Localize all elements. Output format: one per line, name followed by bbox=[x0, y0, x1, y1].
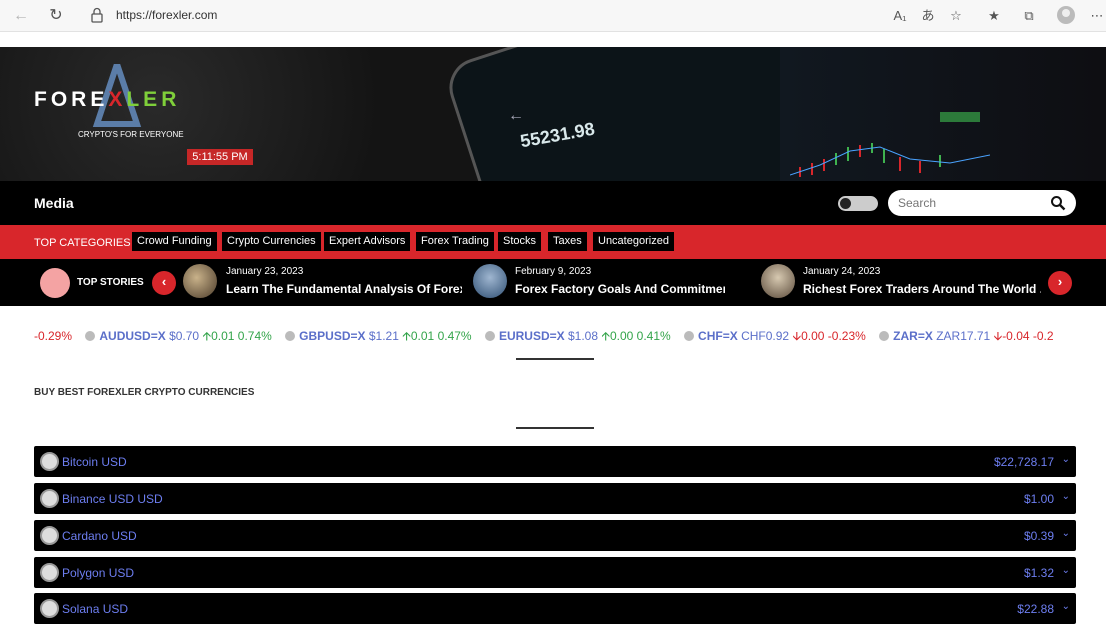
top-stories-label: TOP STORIES bbox=[77, 277, 144, 288]
crypto-name[interactable]: Solana USD bbox=[62, 602, 128, 616]
site-logo[interactable]: FOREXLER CRYPTO'S FOR EVERYONE bbox=[34, 88, 184, 139]
profile-icon[interactable] bbox=[1057, 6, 1075, 24]
category-expert-advisors[interactable]: Expert Advisors bbox=[324, 232, 411, 251]
ticker-item[interactable]: EURUSD=X $1.08 🡩0.00 0.41% bbox=[484, 327, 671, 345]
divider bbox=[516, 427, 594, 429]
crypto-row[interactable]: Binance USD USD $1.00 ⌄ bbox=[34, 483, 1076, 514]
ticker-dot-icon bbox=[684, 331, 695, 341]
category-crypto-currencies[interactable]: Crypto Currencies bbox=[222, 232, 321, 251]
dark-mode-toggle[interactable] bbox=[838, 196, 878, 211]
ticker-dot-icon bbox=[85, 331, 96, 341]
section-title: BUY BEST FOREXLER CRYPTO CURRENCIES bbox=[34, 387, 255, 398]
crypto-price: $1.32 bbox=[1023, 566, 1054, 580]
crypto-name[interactable]: Polygon USD bbox=[62, 566, 134, 580]
ticker-dot-icon bbox=[484, 331, 495, 341]
coin-icon bbox=[40, 599, 59, 618]
translate-icon[interactable]: あ bbox=[919, 5, 937, 27]
crypto-name[interactable]: Binance USD USD bbox=[62, 492, 163, 506]
url-text[interactable]: https://forexler.com bbox=[116, 8, 217, 22]
crypto-row[interactable]: Polygon USD $1.32 ⌄ bbox=[34, 557, 1076, 588]
phone-back-icon: ← bbox=[508, 107, 524, 124]
chevron-down-icon[interactable]: ⌄ bbox=[1062, 565, 1070, 576]
coin-icon bbox=[40, 452, 59, 471]
stories-prev-button[interactable]: ‹ bbox=[152, 271, 176, 295]
browser-toolbar: ← ↻ https://forexler.com A₁ あ ☆ ★ ⧉ ⋯ bbox=[0, 0, 1106, 32]
collections-icon[interactable]: ⧉ bbox=[1020, 5, 1038, 27]
ticker-item[interactable]: AUDUSD=X $0.70 🡩0.01 0.74% bbox=[85, 327, 272, 345]
header-banner: ← 55231.98 bbox=[0, 47, 1106, 181]
crypto-name[interactable]: Bitcoin USD bbox=[62, 455, 127, 469]
category-forex-trading[interactable]: Forex Trading bbox=[416, 232, 494, 251]
category-uncategorized[interactable]: Uncategorized bbox=[593, 232, 674, 251]
ticker-item[interactable]: GBPUSD=X $1.21 🡩0.01 0.47% bbox=[285, 327, 472, 345]
reload-icon[interactable]: ↻ bbox=[45, 5, 67, 27]
story-title-link[interactable]: Learn The Fundamental Analysis Of Forex.… bbox=[226, 282, 462, 296]
coin-icon bbox=[40, 526, 59, 545]
candlestick-graphic bbox=[790, 143, 990, 177]
logo-tagline: CRYPTO'S FOR EVERYONE bbox=[78, 130, 184, 139]
lock-icon[interactable] bbox=[90, 7, 104, 23]
search-input[interactable] bbox=[898, 194, 1038, 212]
page-title: Media bbox=[34, 195, 74, 211]
chevron-down-icon[interactable]: ⌄ bbox=[1062, 491, 1070, 502]
chevron-down-icon[interactable]: ⌄ bbox=[1062, 454, 1070, 465]
favorite-add-icon[interactable]: ☆ bbox=[947, 5, 965, 27]
price-tag-graphic bbox=[940, 112, 980, 122]
crypto-price: $22.88 bbox=[1017, 602, 1054, 616]
read-aloud-icon[interactable]: A₁ bbox=[891, 5, 909, 27]
arrow-up-icon: 🡩 bbox=[402, 329, 411, 343]
coin-icon bbox=[40, 489, 59, 508]
arrow-down-icon: 🡫 bbox=[993, 329, 1003, 343]
crypto-price: $0.39 bbox=[1023, 529, 1054, 543]
story-thumbnail[interactable] bbox=[473, 264, 507, 298]
category-crowd-funding[interactable]: Crowd Funding bbox=[132, 232, 217, 251]
crypto-row[interactable]: Cardano USD $0.39 ⌄ bbox=[34, 520, 1076, 551]
address-bar[interactable]: https://forexler.com bbox=[80, 3, 880, 28]
chevron-down-icon[interactable]: ⌄ bbox=[1062, 601, 1070, 612]
crypto-price: $22,728.17 bbox=[993, 455, 1054, 469]
crypto-row[interactable]: Solana USD $22.88 ⌄ bbox=[34, 593, 1076, 624]
story-title-link[interactable]: Forex Factory Goals And Commitments... bbox=[515, 282, 725, 296]
divider bbox=[516, 358, 594, 360]
story-thumbnail[interactable] bbox=[183, 264, 217, 298]
ticker-item[interactable]: ZAR=X ZAR17.71 🡫-0.04 -0.2 bbox=[879, 327, 1054, 345]
ticker-item[interactable]: CHF=X CHF0.92 🡫0.00 -0.23% bbox=[684, 327, 866, 345]
crypto-price: $1.00 bbox=[1023, 492, 1054, 506]
forex-ticker: -0.29% AUDUSD=X $0.70 🡩0.01 0.74% GBPUSD… bbox=[34, 327, 1076, 345]
categories-label: TOP CATEGORIES bbox=[34, 237, 131, 249]
ticker-dot-icon bbox=[879, 331, 890, 341]
coin-icon bbox=[40, 563, 59, 582]
category-stocks[interactable]: Stocks bbox=[498, 232, 542, 251]
arrow-down-icon: 🡫 bbox=[792, 329, 802, 343]
story-date: February 9, 2023 bbox=[515, 266, 592, 277]
logo-text-x: X bbox=[108, 88, 127, 111]
search-box[interactable] bbox=[888, 190, 1076, 216]
chevron-down-icon[interactable]: ⌄ bbox=[1062, 528, 1070, 539]
ticker-dot-icon bbox=[285, 331, 296, 341]
arrow-up-icon: 🡩 bbox=[601, 329, 610, 343]
top-stories-badge-icon bbox=[40, 268, 70, 298]
logo-text-ler: LER bbox=[126, 88, 181, 111]
back-arrow-icon[interactable]: ← bbox=[10, 5, 32, 27]
story-thumbnail[interactable] bbox=[761, 264, 795, 298]
story-date: January 23, 2023 bbox=[226, 266, 304, 277]
story-title-link[interactable]: Richest Forex Traders Around The World .… bbox=[803, 282, 1041, 296]
logo-text-fore: FORE bbox=[34, 88, 109, 111]
crypto-name[interactable]: Cardano USD bbox=[62, 529, 137, 543]
category-taxes[interactable]: Taxes bbox=[548, 232, 587, 251]
stories-next-button[interactable]: › bbox=[1048, 271, 1072, 295]
story-date: January 24, 2023 bbox=[803, 266, 881, 277]
crypto-row[interactable]: Bitcoin USD $22,728.17 ⌄ bbox=[34, 446, 1076, 477]
toggle-knob bbox=[840, 198, 851, 209]
ticker-lead: -0.29% bbox=[34, 329, 73, 343]
arrow-up-icon: 🡩 bbox=[202, 329, 212, 343]
live-clock: 5:11:55 PM bbox=[187, 149, 253, 165]
favorites-icon[interactable]: ★ bbox=[985, 5, 1003, 27]
search-icon[interactable] bbox=[1050, 195, 1066, 211]
more-icon[interactable]: ⋯ bbox=[1090, 5, 1104, 27]
